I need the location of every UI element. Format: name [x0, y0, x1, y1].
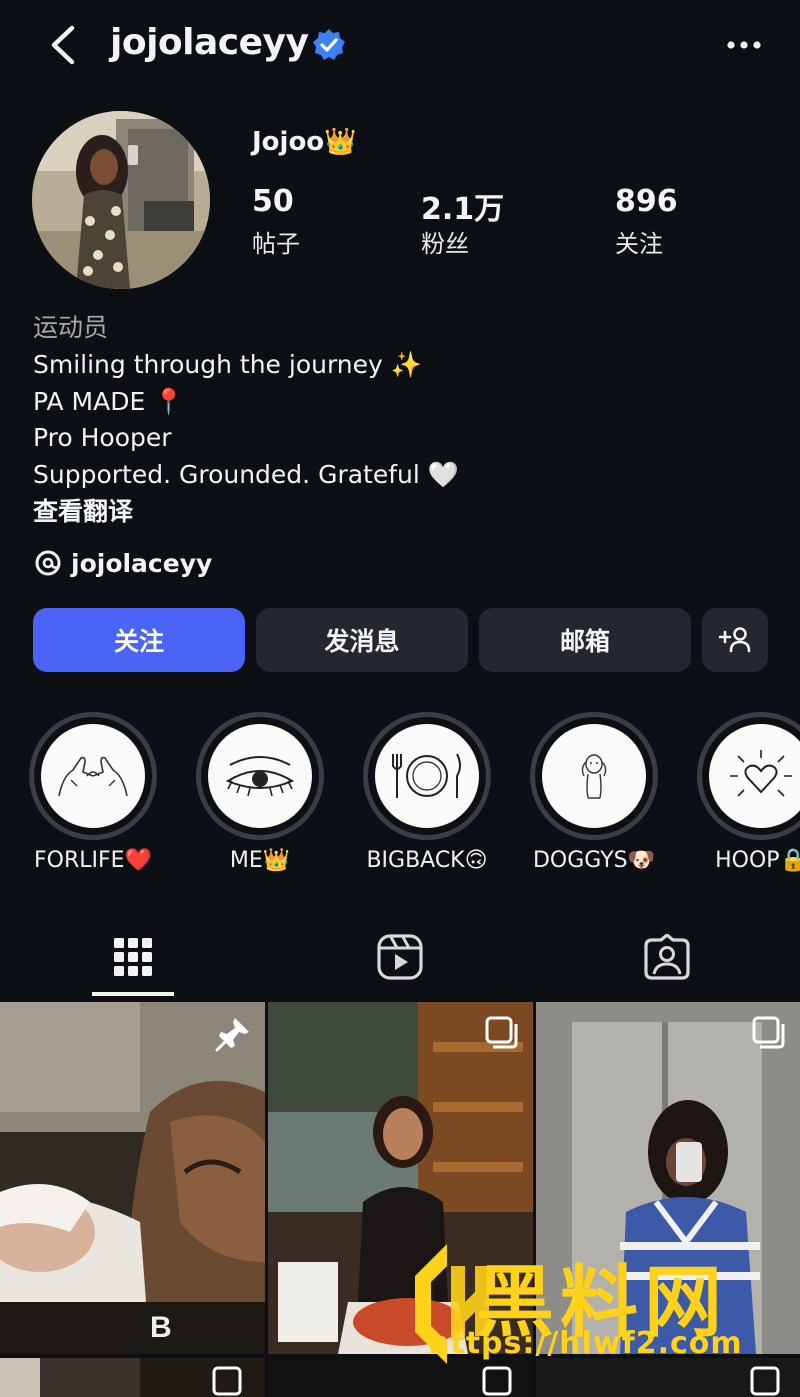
profile-header: jojolaceyy — [0, 0, 800, 92]
highlight-cover — [375, 724, 479, 828]
threads-link[interactable]: jojolaceyy — [33, 548, 212, 578]
tab-tagged[interactable] — [625, 918, 709, 996]
suggested-users-button[interactable] — [702, 608, 768, 672]
profile-display-name: Jojoo👑 — [252, 127, 357, 157]
profile-avatar[interactable] — [32, 111, 210, 289]
highlight-forlife[interactable]: FORLIFE❤️ — [27, 712, 159, 873]
email-button[interactable]: 邮箱 — [479, 608, 691, 672]
threads-handle: jojolaceyy — [71, 548, 213, 578]
follow-button[interactable]: 关注 — [33, 608, 245, 672]
tagged-person-icon — [644, 934, 690, 980]
highlight-ring — [363, 712, 491, 840]
see-translation-link[interactable]: 查看翻译 — [33, 494, 773, 531]
grid-icon — [114, 938, 152, 976]
eye-lashes-icon — [225, 756, 295, 797]
stat-value: 50 — [252, 184, 294, 219]
stat-value: 896 — [615, 184, 678, 219]
tab-reels[interactable] — [358, 918, 442, 996]
highlight-hoop[interactable]: HOOP🔒 — [695, 712, 800, 873]
highlight-bigback[interactable]: BIGBACK🙃 — [361, 712, 493, 873]
pinned-icon — [215, 1018, 249, 1052]
post-photo: B — [0, 1002, 265, 1354]
highlight-ring — [29, 712, 157, 840]
bio-line: PA MADE 📍 — [33, 386, 185, 416]
highlight-label: HOOP🔒 — [715, 848, 800, 873]
posts-count[interactable]: 50 帖子 — [252, 184, 300, 259]
bio-line: Pro Hooper — [33, 423, 172, 453]
svg-text:B: B — [150, 1311, 172, 1344]
reels-icon — [377, 934, 423, 980]
profile-bio: 运动员 Smiling through the journey ✨ PA MAD… — [33, 310, 773, 531]
profile-category: 运动员 — [33, 313, 109, 342]
multiple-posts-icon — [752, 1016, 785, 1049]
followers-count[interactable]: 2.1万 粉丝 — [421, 184, 504, 259]
highlight-label: ME👑 — [229, 848, 291, 873]
pinky-promise-icon — [58, 756, 128, 797]
following-count[interactable]: 896 关注 — [615, 184, 678, 259]
highlight-doggys[interactable]: DOGGYS🐶 — [528, 712, 660, 873]
highlight-label: FORLIFE❤️ — [34, 848, 152, 873]
post-thumbnail[interactable]: B — [0, 1002, 265, 1354]
message-button[interactable]: 发消息 — [256, 608, 468, 672]
bio-line: Supported. Grounded. Grateful 🤍 — [33, 460, 459, 490]
multiple-posts-icon — [485, 1016, 518, 1049]
profile-tabs — [0, 918, 800, 1000]
verified-badge-icon — [313, 29, 345, 60]
active-tab-indicator — [92, 992, 174, 996]
highlight-cover — [542, 724, 646, 828]
stat-value: 2.1万 — [421, 192, 505, 227]
profile-username: jojolaceyy — [110, 22, 309, 63]
highlight-label: BIGBACK🙃 — [366, 848, 488, 873]
tab-posts-grid[interactable] — [91, 918, 175, 996]
chevron-left-icon — [51, 25, 75, 65]
highlight-ring — [196, 712, 324, 840]
dog-icon — [581, 754, 607, 799]
highlight-cover — [208, 724, 312, 828]
highlight-ring — [530, 712, 658, 840]
post-photo — [0, 1358, 265, 1397]
more-dots-icon — [727, 41, 761, 49]
highlight-cover — [41, 724, 145, 828]
stat-label: 粉丝 — [421, 230, 469, 258]
plate-fork-knife-icon — [392, 753, 461, 798]
highlight-me[interactable]: ME👑 — [194, 712, 326, 873]
highlight-cover — [709, 724, 800, 828]
back-button[interactable] — [40, 22, 86, 68]
avatar-photo — [32, 111, 210, 289]
stat-label: 帖子 — [252, 230, 300, 258]
highlight-label: DOGGYS🐶 — [532, 848, 656, 873]
stat-label: 关注 — [615, 230, 663, 258]
post-thumbnail[interactable] — [0, 1358, 265, 1397]
add-person-icon — [718, 627, 751, 653]
bio-line: Smiling through the journey ✨ — [33, 349, 422, 379]
more-options-button[interactable] — [722, 28, 766, 62]
highlight-ring — [697, 712, 800, 840]
heart-rays-icon — [730, 750, 792, 797]
watermark-url: https://hlwf2.com — [428, 1326, 743, 1361]
threads-icon — [35, 550, 61, 576]
